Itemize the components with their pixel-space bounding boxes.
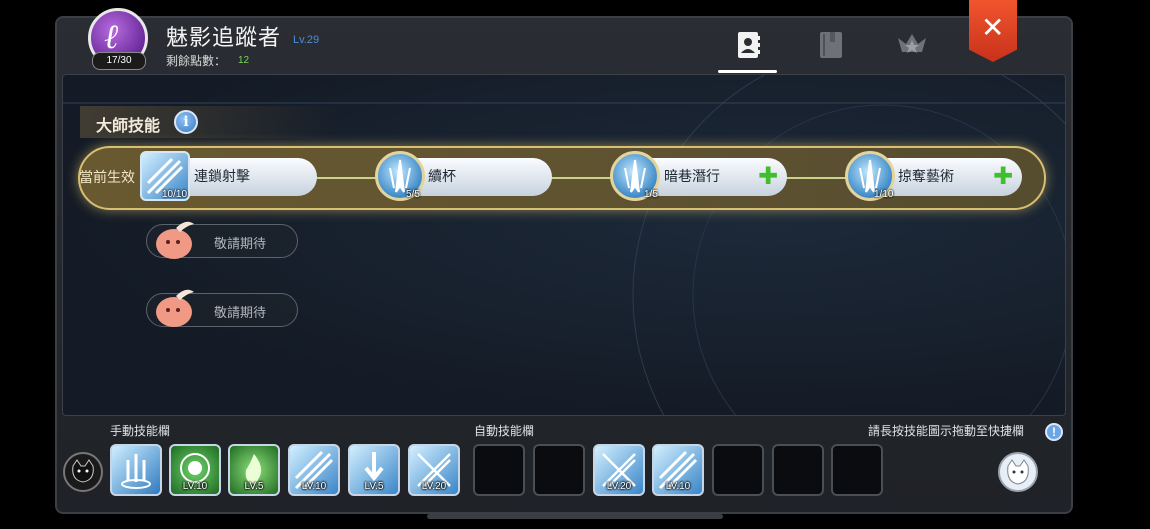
auto-bar-label: 自動技能欄 [474, 424, 535, 438]
slot-level: LV.10 [665, 481, 691, 492]
manual-slot-4[interactable]: LV.10 [288, 444, 340, 496]
auto-slot-1[interactable] [473, 444, 525, 496]
skill-points-value: 12 [238, 55, 250, 66]
slot-level: LV.5 [364, 481, 384, 492]
home-indicator [427, 514, 723, 519]
skill-level-1: 10/10 [162, 189, 188, 200]
auto-cat-button[interactable] [998, 452, 1038, 492]
cat-icon [72, 459, 94, 483]
star-emblem-icon [898, 34, 926, 53]
manual-slot-5[interactable]: LV.5 [348, 444, 400, 496]
auto-slot-4[interactable]: LV.10 [652, 444, 704, 496]
close-button[interactable]: ✕ [969, 0, 1017, 62]
active-row-label: 當前生效 [79, 169, 135, 185]
skill-level-3: 1/5 [644, 189, 658, 200]
manual-slot-1[interactable] [110, 444, 162, 496]
contact-book-icon [738, 32, 760, 58]
auto-slot-3[interactable]: LV.20 [593, 444, 645, 496]
upgrade-plus-icon[interactable]: ✚ [758, 165, 778, 189]
slot-level: LV.20 [606, 481, 632, 492]
coming-soon-text: 敬請期待 [214, 236, 267, 251]
auto-slot-2[interactable] [533, 444, 585, 496]
active-tab-indicator [718, 70, 777, 73]
slot-level: LV.10 [182, 481, 208, 492]
skill-level-4: 1/10 [874, 189, 894, 200]
skill-level-2: 5/5 [406, 189, 420, 200]
skill-name-1: 連鎖射擊 [194, 168, 250, 184]
white-cat-icon [1007, 459, 1029, 485]
upgrade-plus-icon[interactable]: ✚ [993, 165, 1013, 189]
tab-book[interactable] [816, 30, 846, 60]
close-icon: ✕ [981, 12, 1005, 43]
poring-pet-icon [156, 221, 194, 259]
skill-connector [316, 177, 376, 179]
book-icon [820, 32, 842, 58]
slot-level: LV.10 [301, 481, 327, 492]
info-icon: i [183, 114, 189, 130]
manual-bar-label: 手動技能欄 [110, 424, 171, 438]
coming-soon-text: 敬請期待 [214, 305, 267, 320]
slot-level: LV.5 [244, 481, 264, 492]
manual-cat-button[interactable] [63, 452, 103, 492]
skill-connector [786, 177, 846, 179]
manual-slot-6[interactable]: LV.20 [408, 444, 460, 496]
manual-slot-2[interactable]: LV.10 [169, 444, 221, 496]
info-button[interactable]: i [174, 110, 198, 134]
slot-level: LV.20 [421, 481, 447, 492]
skill-points-label: 剩餘點數： [166, 54, 227, 68]
skill-connector [551, 177, 611, 179]
section-title: 大師技能 [96, 118, 161, 135]
manual-slot-3[interactable]: LV.5 [228, 444, 280, 496]
arrow-rain-icon [121, 454, 151, 489]
poring-pet-icon [156, 289, 194, 327]
class-emblem-icon: ℓ [104, 17, 119, 57]
skill-name-2: 續杯 [428, 168, 456, 184]
tab-skills[interactable] [733, 30, 763, 60]
drag-hint: 請長按技能圖示拖動至快捷欄 [868, 424, 1025, 438]
auto-slot-5[interactable] [712, 444, 764, 496]
avatar-count-badge: 17/30 [92, 52, 146, 70]
auto-slot-6[interactable] [772, 444, 824, 496]
tab-rank[interactable] [894, 30, 926, 60]
skill-name-3: 暗巷潛行 [664, 168, 720, 184]
auto-slot-7[interactable] [831, 444, 883, 496]
character-name: 魅影追蹤者 [166, 25, 282, 50]
character-level: Lv.29 [293, 34, 320, 46]
hint-info-icon[interactable]: ! [1045, 423, 1063, 441]
skill-name-4: 掠奪藝術 [898, 168, 954, 184]
